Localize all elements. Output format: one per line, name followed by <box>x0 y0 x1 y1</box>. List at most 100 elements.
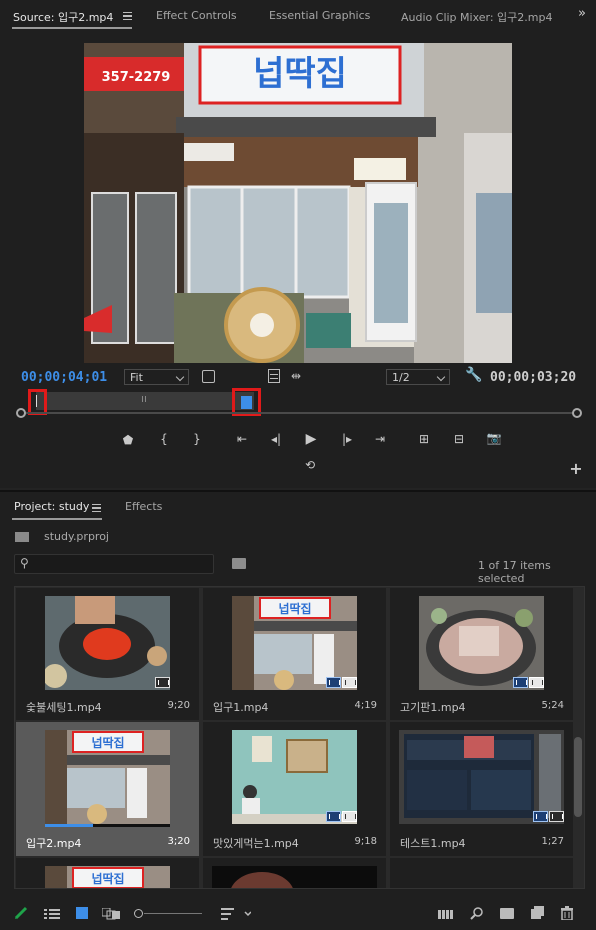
tab-project[interactable]: Project: study <box>14 500 89 513</box>
tab-essential-graphics[interactable]: Essential Graphics <box>269 9 370 22</box>
find-bin-icon[interactable] <box>232 558 246 569</box>
step-forward-icon[interactable]: |▸ <box>337 432 357 446</box>
thumb-sign-text: 넙딱집 <box>278 601 311 616</box>
zoom-slider[interactable] <box>134 909 204 919</box>
brackets-icon[interactable] <box>202 370 215 383</box>
wrench-icon[interactable]: 🔧 <box>465 367 482 383</box>
clip-duration: 5;24 <box>541 700 564 711</box>
audio-badge-icon <box>549 811 564 822</box>
zoom-select-value: Fit <box>130 371 143 384</box>
find-icon[interactable] <box>470 906 484 920</box>
play-icon[interactable]: ▶ <box>301 431 321 447</box>
new-bin-icon[interactable] <box>500 908 514 919</box>
audio-badge-icon <box>342 677 357 688</box>
audio-badge-icon <box>529 677 544 688</box>
clip-duration: 1;27 <box>541 836 564 847</box>
folder-icon <box>15 532 29 542</box>
clip-thumbnail <box>212 866 377 888</box>
panel-menu-icon[interactable] <box>123 12 132 20</box>
active-tab-underline <box>12 518 102 520</box>
clip-item[interactable]: 맛있게먹는1.mp4 9;18 <box>203 722 386 856</box>
clip-name: 맛있게먹는1.mp4 <box>213 837 299 850</box>
go-to-in-icon[interactable]: ⇤ <box>232 432 252 446</box>
clip-item[interactable] <box>203 858 386 888</box>
export-frame-icon[interactable]: 📷 <box>484 431 504 445</box>
clip-item[interactable]: 넙딱집 입구1.mp4 4;19 <box>203 588 386 720</box>
add-marker-icon[interactable]: ⬟ <box>118 433 138 447</box>
time-ruler[interactable] <box>20 388 580 416</box>
active-tab-underline <box>12 27 132 29</box>
step-back-icon[interactable]: ◂| <box>266 432 286 446</box>
clip-item[interactable]: 숯불세팅1.mp4 9;20 <box>16 588 199 720</box>
insert-icon[interactable]: ⊞ <box>414 432 434 446</box>
pencil-icon[interactable] <box>14 906 28 920</box>
duration-timecode: 00;00;03;20 <box>490 370 577 385</box>
sign-text: 넙딱집 <box>253 54 347 94</box>
source-tab-bar: Source: 입구2.mp4 Effect Controls Essentia… <box>0 0 596 32</box>
resolution-select-value: 1/2 <box>392 371 410 384</box>
project-panel: Project: study Effects study.prproj ⚲ 1 … <box>0 490 596 930</box>
clip-duration: 3;20 <box>167 836 190 847</box>
clip-duration: 4;19 <box>354 700 377 711</box>
video-badge-icon <box>326 811 341 822</box>
tab-effects[interactable]: Effects <box>125 500 162 513</box>
freeform-view-icon[interactable] <box>101 907 120 920</box>
panel-menu-icon[interactable] <box>92 504 101 512</box>
tab-effect-controls[interactable]: Effect Controls <box>156 9 237 22</box>
clip-grid: 숯불세팅1.mp4 9;20 넙딱집 입구1.mp4 4;19 고기판1.mp4… <box>14 586 585 889</box>
mark-in-icon[interactable]: { <box>154 432 174 446</box>
video-badge-icon <box>513 677 528 688</box>
search-icon: ⚲ <box>20 556 29 570</box>
clip-thumbnail: 넙딱집 <box>45 730 170 824</box>
add-button-icon[interactable]: + <box>566 459 586 478</box>
clip-thumbnail <box>419 596 544 690</box>
clip-thumbnail <box>399 730 564 824</box>
sign-phone: 357-2279 <box>102 70 171 85</box>
drag-audio-video-icon[interactable]: ⇹ <box>291 369 301 383</box>
clip-item[interactable]: 테스트1.mp4 1;27 <box>390 722 573 856</box>
zoom-scroll-bar[interactable] <box>20 412 578 414</box>
tab-source[interactable]: Source: 입구2.mp4 <box>13 9 113 25</box>
clip-item-selected[interactable]: 넙딱집 입구2.mp4 3;20 <box>16 722 199 856</box>
sort-icon[interactable] <box>221 907 252 921</box>
mark-out-icon[interactable]: } <box>187 432 207 446</box>
go-to-out-icon[interactable]: ⇥ <box>370 432 390 446</box>
empty-cell <box>390 858 573 888</box>
audio-badge-icon <box>155 677 170 688</box>
zoom-handle-right[interactable] <box>572 408 582 418</box>
safe-margins-icon[interactable] <box>268 369 280 383</box>
list-view-icon[interactable] <box>44 908 60 920</box>
grid-scrollbar[interactable] <box>574 737 582 817</box>
compare-view-icon[interactable]: ⟲ <box>300 458 320 472</box>
clip-thumbnail: 넙딱집 <box>45 866 170 888</box>
clip-progress-bar <box>45 824 170 827</box>
clip-thumbnail <box>232 730 357 824</box>
chevron-double-right-icon[interactable]: » <box>578 6 586 21</box>
automate-icon[interactable] <box>438 908 454 920</box>
thumb-sign-text: 넙딱집 <box>91 735 124 750</box>
video-badge-icon <box>326 677 341 688</box>
chevron-down-icon <box>175 372 185 382</box>
thumb-sign-text: 넙딱집 <box>91 871 124 886</box>
clip-name: 고기판1.mp4 <box>400 701 466 714</box>
clip-thumbnail: 넙딱집 <box>232 596 357 690</box>
search-input[interactable]: ⚲ <box>14 554 214 574</box>
new-item-icon[interactable] <box>531 906 544 919</box>
resolution-select[interactable]: 1/2 <box>386 369 450 385</box>
zoom-handle-left[interactable] <box>16 408 26 418</box>
source-video-frame: 넙딱집 357-2279 <box>84 43 512 363</box>
clip-item[interactable]: 고기판1.mp4 5;24 <box>390 588 573 720</box>
tab-audio-clip-mixer[interactable]: Audio Clip Mixer: 입구2.mp4 <box>401 9 552 25</box>
clear-icon[interactable] <box>561 906 573 921</box>
overwrite-icon[interactable]: ⊟ <box>449 432 469 446</box>
clip-thumbnail <box>45 596 170 690</box>
icon-view-icon[interactable] <box>76 907 88 919</box>
current-timecode[interactable]: 00;00;04;01 <box>21 370 107 385</box>
clip-name: 테스트1.mp4 <box>400 837 466 850</box>
audio-badge-icon <box>342 811 357 822</box>
project-file-name: study.prproj <box>44 530 109 543</box>
clip-name: 숯불세팅1.mp4 <box>26 701 102 714</box>
clip-duration: 9;20 <box>167 700 190 711</box>
zoom-select[interactable]: Fit <box>124 369 189 385</box>
clip-item[interactable]: 넙딱집 <box>16 858 199 888</box>
